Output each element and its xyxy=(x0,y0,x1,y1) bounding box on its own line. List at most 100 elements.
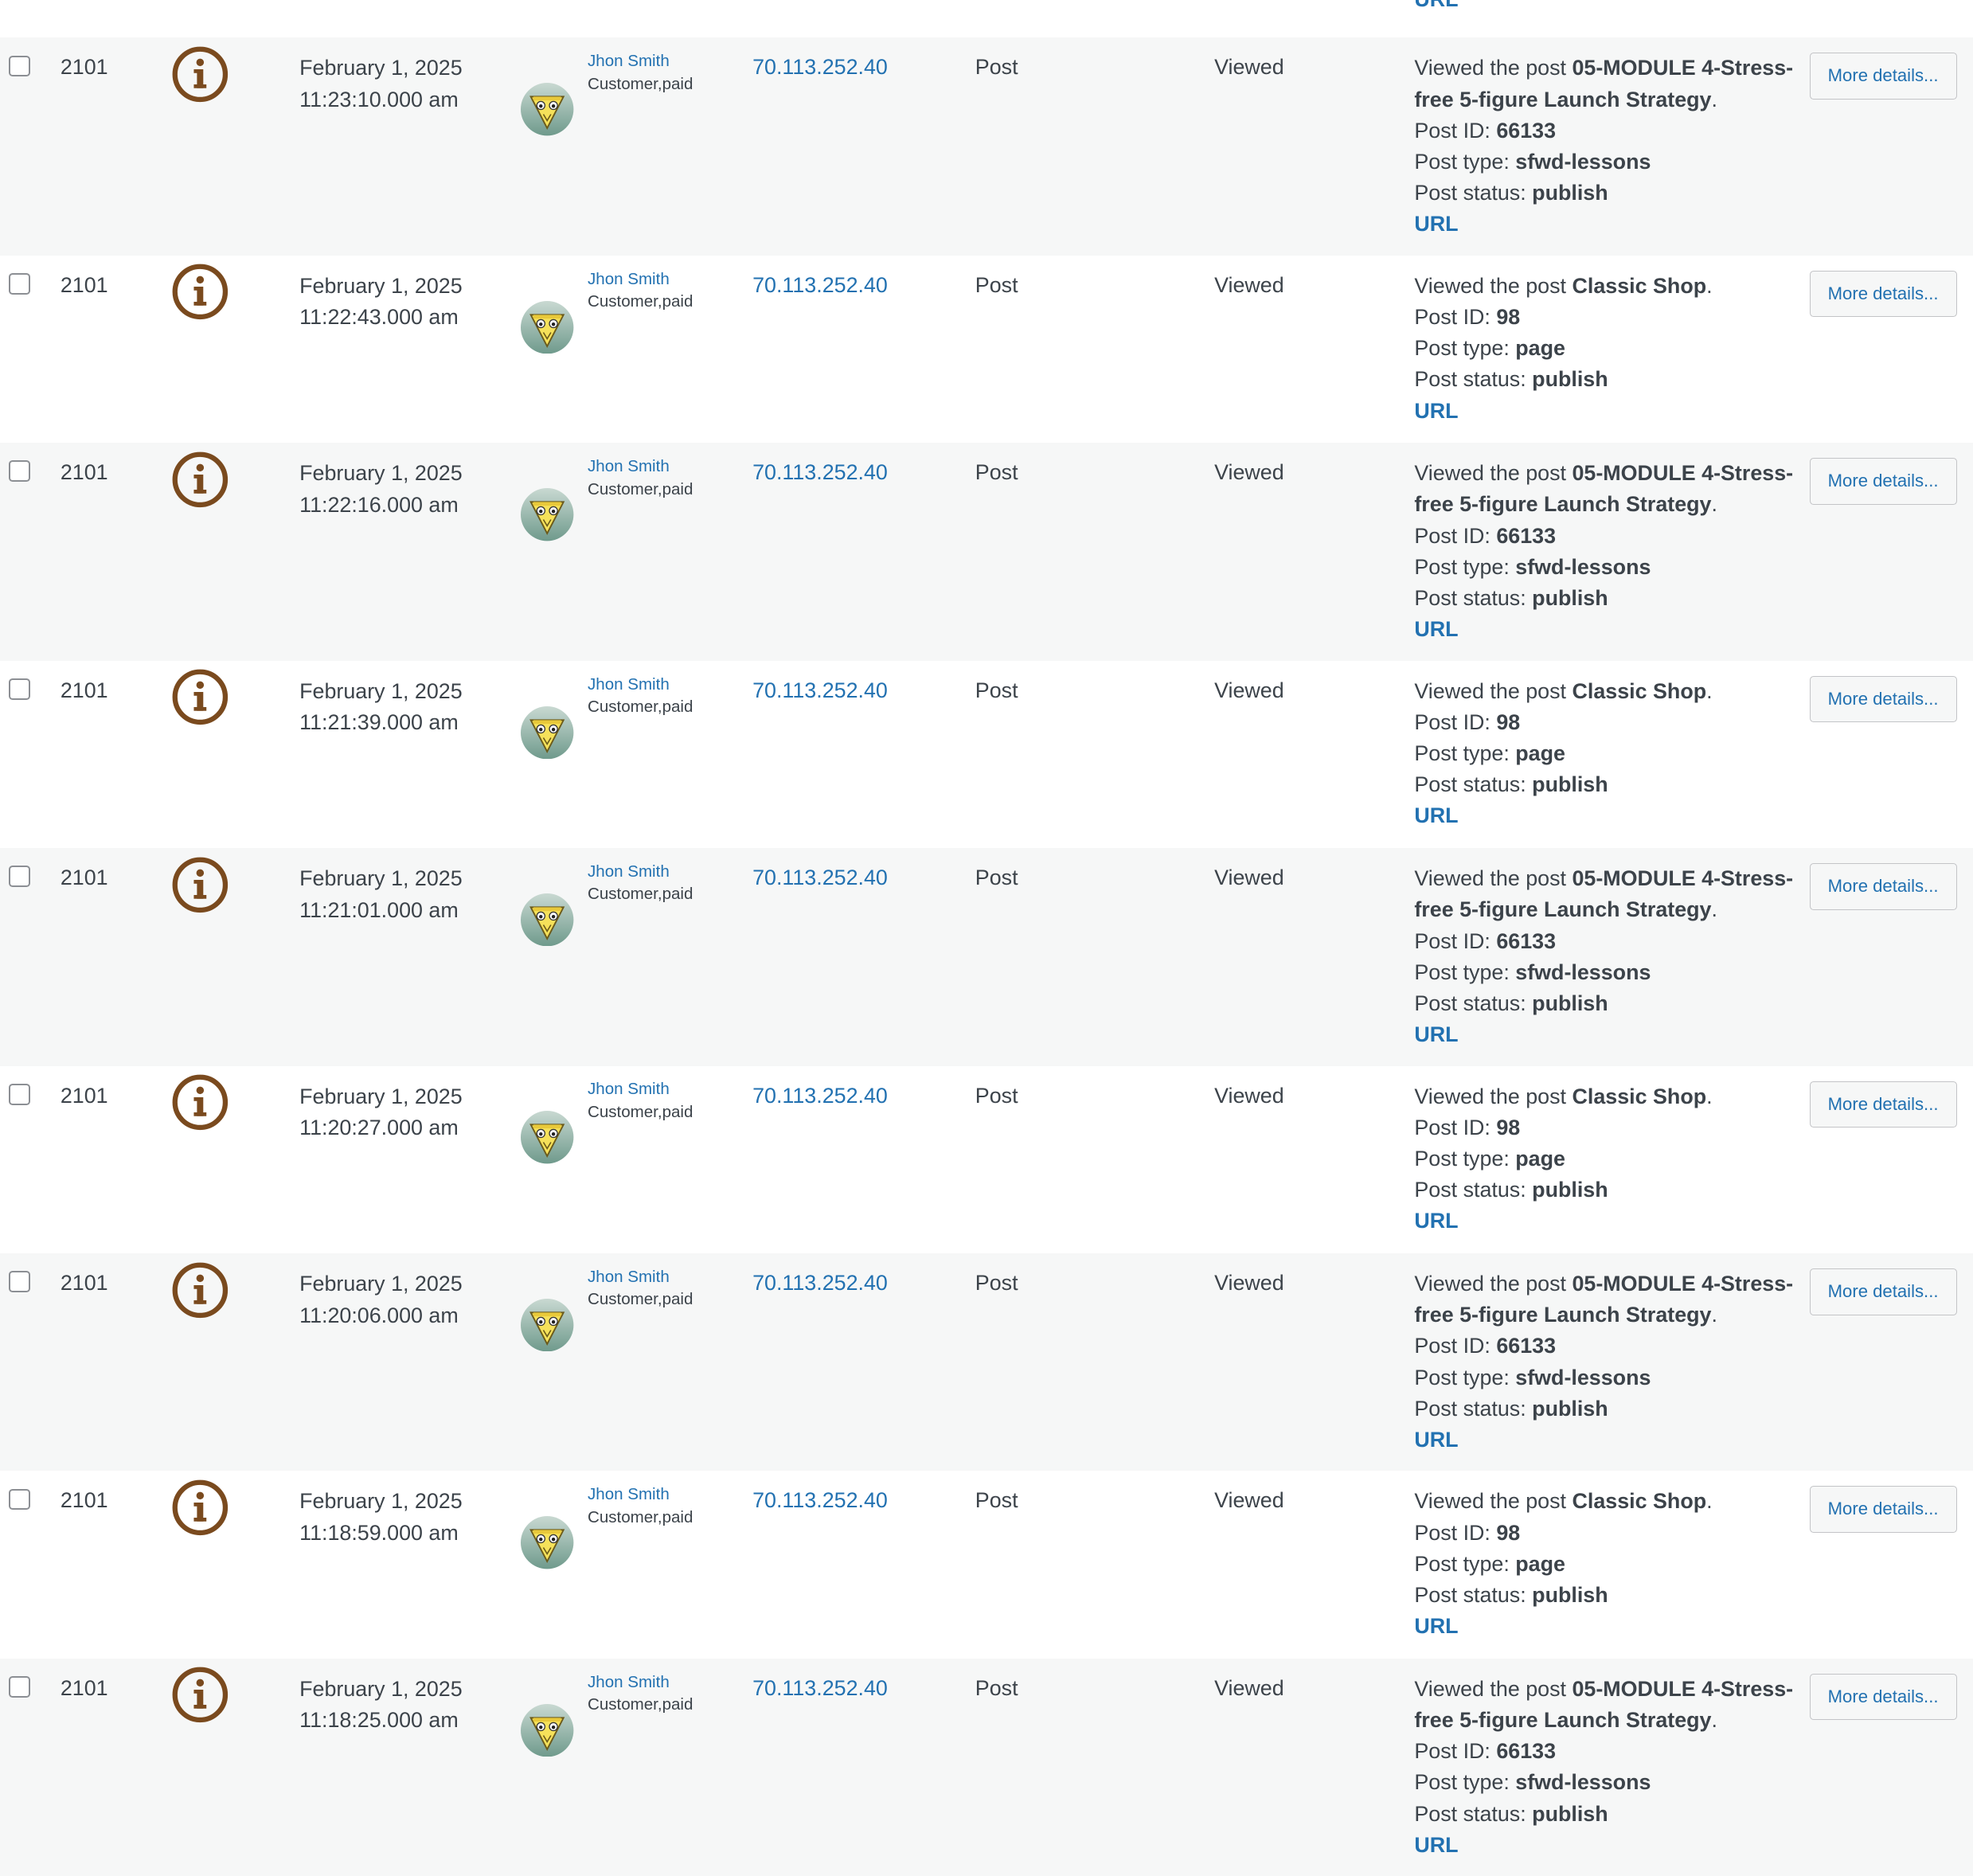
previous-row-url-link[interactable]: URL xyxy=(1414,0,1458,15)
row-checkbox[interactable] xyxy=(9,1676,30,1698)
avatar-icon xyxy=(521,1516,574,1569)
post-status-label: Post status: xyxy=(1414,367,1533,392)
message-summary: Viewed the post 05-MODULE 4-Stress-free … xyxy=(1414,863,1807,925)
user-id: 2101 xyxy=(60,1675,108,1700)
user-name-link[interactable]: Jhon Smith xyxy=(588,455,693,478)
more-details-button[interactable]: More details... xyxy=(1809,458,1957,505)
post-title: Classic Shop xyxy=(1572,678,1707,703)
message-suffix: . xyxy=(1706,1489,1713,1514)
more-details-button[interactable]: More details... xyxy=(1809,270,1957,318)
row-checkbox[interactable] xyxy=(9,866,30,888)
more-details-button[interactable]: More details... xyxy=(1809,1486,1957,1533)
user-cell: Jhon Smith Customer,paid xyxy=(588,1266,693,1311)
table-row: 2101 February 1, 2025 11:18:25.000 am Jh… xyxy=(0,1658,1973,1876)
user-cell: Jhon Smith Customer,paid xyxy=(588,1671,693,1717)
ip-address-link[interactable]: 70.113.252.40 xyxy=(752,271,888,301)
ip-address-link[interactable]: 70.113.252.40 xyxy=(752,863,888,893)
post-id-label: Post ID: xyxy=(1414,1739,1497,1764)
message-suffix: . xyxy=(1706,273,1713,298)
ip-address-link[interactable]: 70.113.252.40 xyxy=(752,1081,888,1112)
post-status-value: publish xyxy=(1532,991,1608,1015)
post-type-label: Post type: xyxy=(1414,1146,1516,1171)
post-status-value: publish xyxy=(1532,1801,1608,1826)
message-summary: Viewed the post 05-MODULE 4-Stress-free … xyxy=(1414,53,1807,115)
user-name-link[interactable]: Jhon Smith xyxy=(588,268,693,291)
url-link[interactable]: URL xyxy=(1414,209,1807,240)
ip-address-link[interactable]: 70.113.252.40 xyxy=(752,1674,888,1704)
user-name-link[interactable]: Jhon Smith xyxy=(588,861,693,883)
post-type-label: Post type: xyxy=(1414,336,1516,361)
message-suffix: . xyxy=(1711,1303,1717,1327)
user-id: 2101 xyxy=(60,55,108,80)
post-status-value: publish xyxy=(1532,181,1608,205)
table-row: 2101 February 1, 2025 11:23:10.000 am Jh… xyxy=(0,37,1973,256)
user-name-link[interactable]: Jhon Smith xyxy=(588,50,693,72)
row-checkbox[interactable] xyxy=(9,460,30,483)
more-details-button[interactable]: More details... xyxy=(1809,1268,1957,1315)
post-id-label: Post ID: xyxy=(1414,709,1497,734)
post-id-label: Post ID: xyxy=(1414,304,1497,329)
url-link[interactable]: URL xyxy=(1414,396,1807,427)
url-link[interactable]: URL xyxy=(1414,1019,1807,1050)
user-cell: Jhon Smith Customer,paid xyxy=(588,674,693,719)
row-checkbox[interactable] xyxy=(9,1488,30,1511)
post-id-label: Post ID: xyxy=(1414,1334,1497,1358)
row-checkbox[interactable] xyxy=(9,1271,30,1293)
row-checkbox[interactable] xyxy=(9,678,30,700)
user-name-link[interactable]: Jhon Smith xyxy=(588,1266,693,1288)
ip-address-link[interactable]: 70.113.252.40 xyxy=(752,676,888,706)
post-status-line: Post status: publish xyxy=(1414,1393,1807,1425)
post-status-label: Post status: xyxy=(1414,1801,1533,1826)
post-type-label: Post type: xyxy=(1414,149,1516,174)
user-name-link[interactable]: Jhon Smith xyxy=(588,1483,693,1506)
post-title: Classic Shop xyxy=(1572,1489,1707,1514)
url-link[interactable]: URL xyxy=(1414,1611,1807,1642)
post-status-line: Post status: publish xyxy=(1414,178,1807,209)
user-role: Customer,paid xyxy=(588,74,693,93)
user-id: 2101 xyxy=(60,1271,108,1296)
row-checkbox[interactable] xyxy=(9,55,30,77)
ip-address-link[interactable]: 70.113.252.40 xyxy=(752,1486,888,1516)
user-role: Customer,paid xyxy=(588,697,693,716)
ip-address-link[interactable]: 70.113.252.40 xyxy=(752,1268,888,1299)
post-type-label: Post type: xyxy=(1414,1770,1516,1795)
avatar-icon xyxy=(521,83,574,136)
date-text: February 1, 2025 xyxy=(299,1084,463,1108)
info-icon xyxy=(171,263,229,321)
user-name-link[interactable]: Jhon Smith xyxy=(588,1078,693,1100)
date-text: February 1, 2025 xyxy=(299,866,463,891)
message-cell: Viewed the post 05-MODULE 4-Stress-free … xyxy=(1414,1674,1807,1861)
more-details-button[interactable]: More details... xyxy=(1809,863,1957,910)
more-details-button[interactable]: More details... xyxy=(1809,1673,1957,1721)
url-link[interactable]: URL xyxy=(1414,614,1807,645)
action-cell: Viewed xyxy=(1214,272,1284,297)
context-cell: Post xyxy=(975,272,1018,297)
post-status-line: Post status: publish xyxy=(1414,364,1807,395)
avatar-icon xyxy=(521,300,574,354)
message-cell: Viewed the post 05-MODULE 4-Stress-free … xyxy=(1414,53,1807,240)
user-name-link[interactable]: Jhon Smith xyxy=(588,674,693,696)
more-details-button[interactable]: More details... xyxy=(1809,1081,1957,1128)
row-checkbox[interactable] xyxy=(9,272,30,295)
post-status-line: Post status: publish xyxy=(1414,583,1807,614)
post-id-line: Post ID: 66133 xyxy=(1414,1331,1807,1362)
row-checkbox[interactable] xyxy=(9,1083,30,1105)
url-link[interactable]: URL xyxy=(1414,800,1807,831)
more-details-button[interactable]: More details... xyxy=(1809,675,1957,723)
url-link[interactable]: URL xyxy=(1414,1830,1807,1861)
more-details-button[interactable]: More details... xyxy=(1809,53,1957,100)
ip-address-link[interactable]: 70.113.252.40 xyxy=(752,53,888,83)
url-link[interactable]: URL xyxy=(1414,1425,1807,1456)
url-link[interactable]: URL xyxy=(1414,1206,1807,1237)
post-type-label: Post type: xyxy=(1414,959,1516,984)
context-cell: Post xyxy=(975,866,1018,890)
user-name-link[interactable]: Jhon Smith xyxy=(588,1671,693,1694)
post-type-value: page xyxy=(1515,336,1565,361)
time-text: 11:21:01.000 am xyxy=(299,897,459,922)
message-cell: Viewed the post Classic Shop. Post ID: 9… xyxy=(1414,1081,1807,1237)
table-row: 2101 February 1, 2025 11:22:43.000 am Jh… xyxy=(0,256,1973,443)
table-row: 2101 February 1, 2025 11:21:01.000 am Jh… xyxy=(0,848,1973,1066)
time-text: 11:20:27.000 am xyxy=(299,1116,459,1140)
message-cell: Viewed the post 05-MODULE 4-Stress-free … xyxy=(1414,1268,1807,1456)
ip-address-link[interactable]: 70.113.252.40 xyxy=(752,458,888,488)
